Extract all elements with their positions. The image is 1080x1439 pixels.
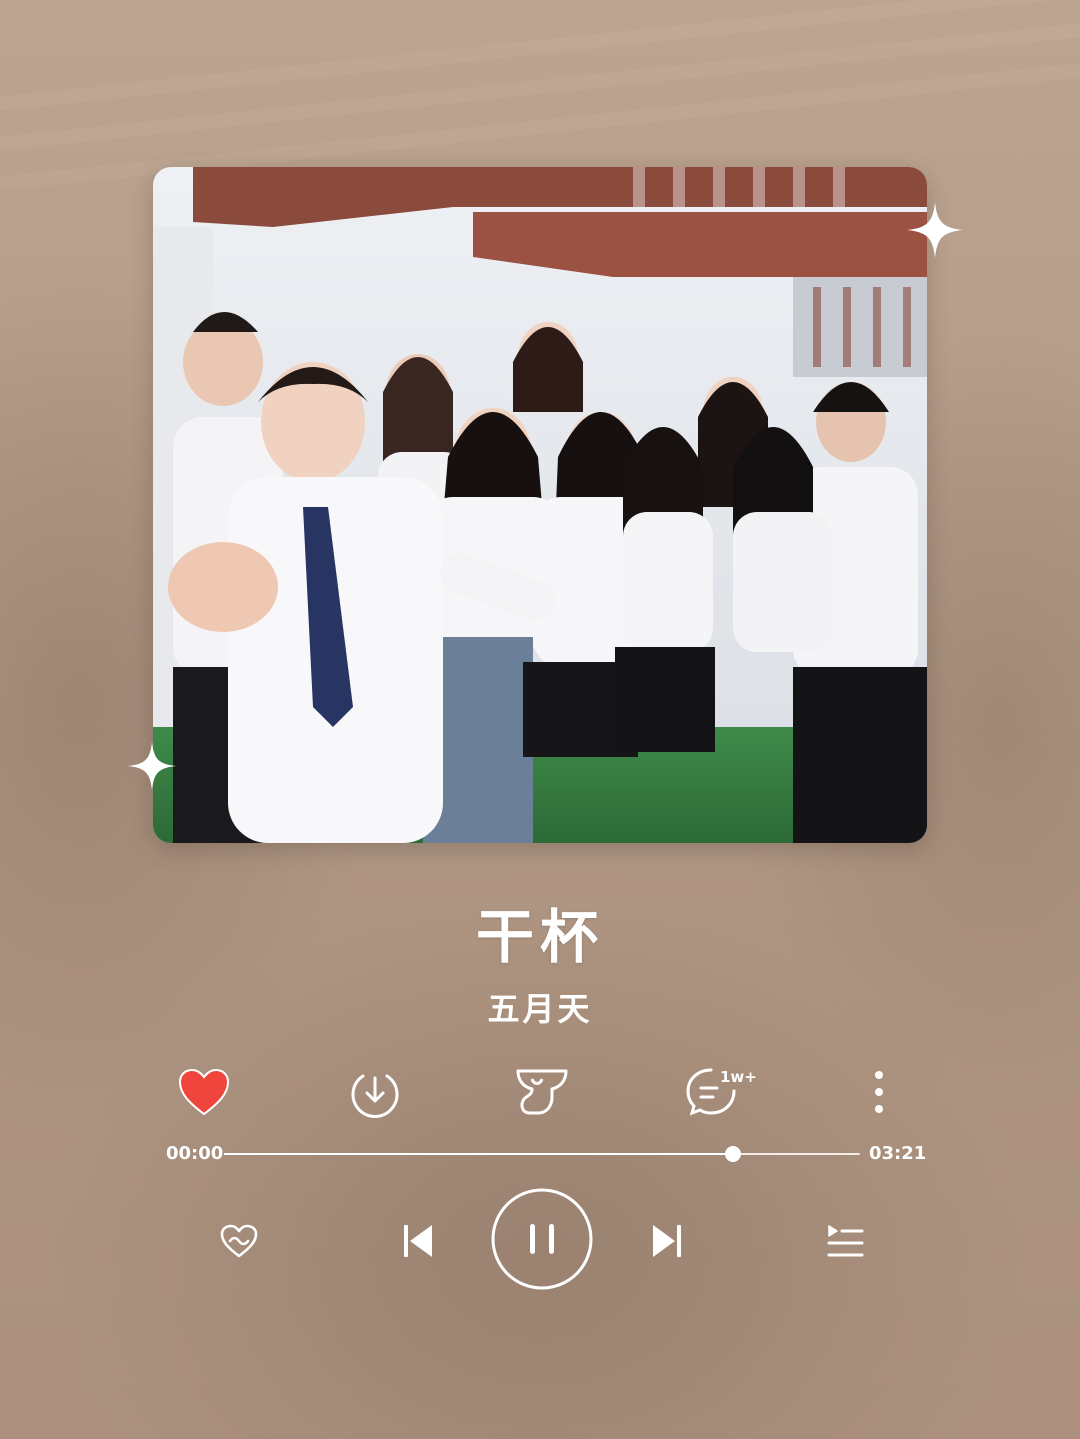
previous-button[interactable]	[396, 1216, 440, 1266]
like-button[interactable]	[176, 1064, 232, 1120]
pause-icon	[491, 1188, 593, 1290]
next-icon	[653, 1225, 681, 1257]
song-title: 干杯	[475, 903, 604, 971]
comment-count: 1w+	[720, 1068, 757, 1086]
seek-track[interactable]	[224, 1146, 860, 1162]
more-vertical-icon	[875, 1071, 883, 1113]
previous-icon	[404, 1225, 432, 1257]
album-cover	[153, 167, 927, 843]
artist-name[interactable]: 五月天	[0, 984, 1080, 1030]
pause-button[interactable]	[491, 1188, 593, 1290]
current-time: 00:00	[166, 1143, 224, 1164]
sound-effect-icon	[516, 1069, 568, 1115]
more-button[interactable]	[862, 1064, 896, 1120]
download-button[interactable]	[347, 1064, 403, 1120]
seek-knob[interactable]	[724, 1146, 741, 1162]
heart-mode-icon	[220, 1224, 258, 1258]
sparkle-icon	[127, 741, 177, 791]
comment-button[interactable]: 1w+	[684, 1064, 764, 1120]
download-icon	[351, 1074, 399, 1118]
heart-filled-icon	[178, 1068, 230, 1116]
progress-bar: 00:00 03:21	[0, 1140, 1080, 1170]
duration: 03:21	[869, 1143, 927, 1164]
playlist-button[interactable]	[820, 1216, 870, 1266]
action-row: 1w+	[0, 1062, 1080, 1122]
sound-effect-button[interactable]	[512, 1064, 572, 1120]
seek-fill	[224, 1153, 733, 1155]
play-mode-button[interactable]	[214, 1216, 264, 1266]
sparkle-icon	[907, 202, 963, 258]
next-button[interactable]	[645, 1216, 689, 1266]
playlist-icon	[827, 1225, 864, 1257]
playback-controls	[0, 1186, 1080, 1296]
